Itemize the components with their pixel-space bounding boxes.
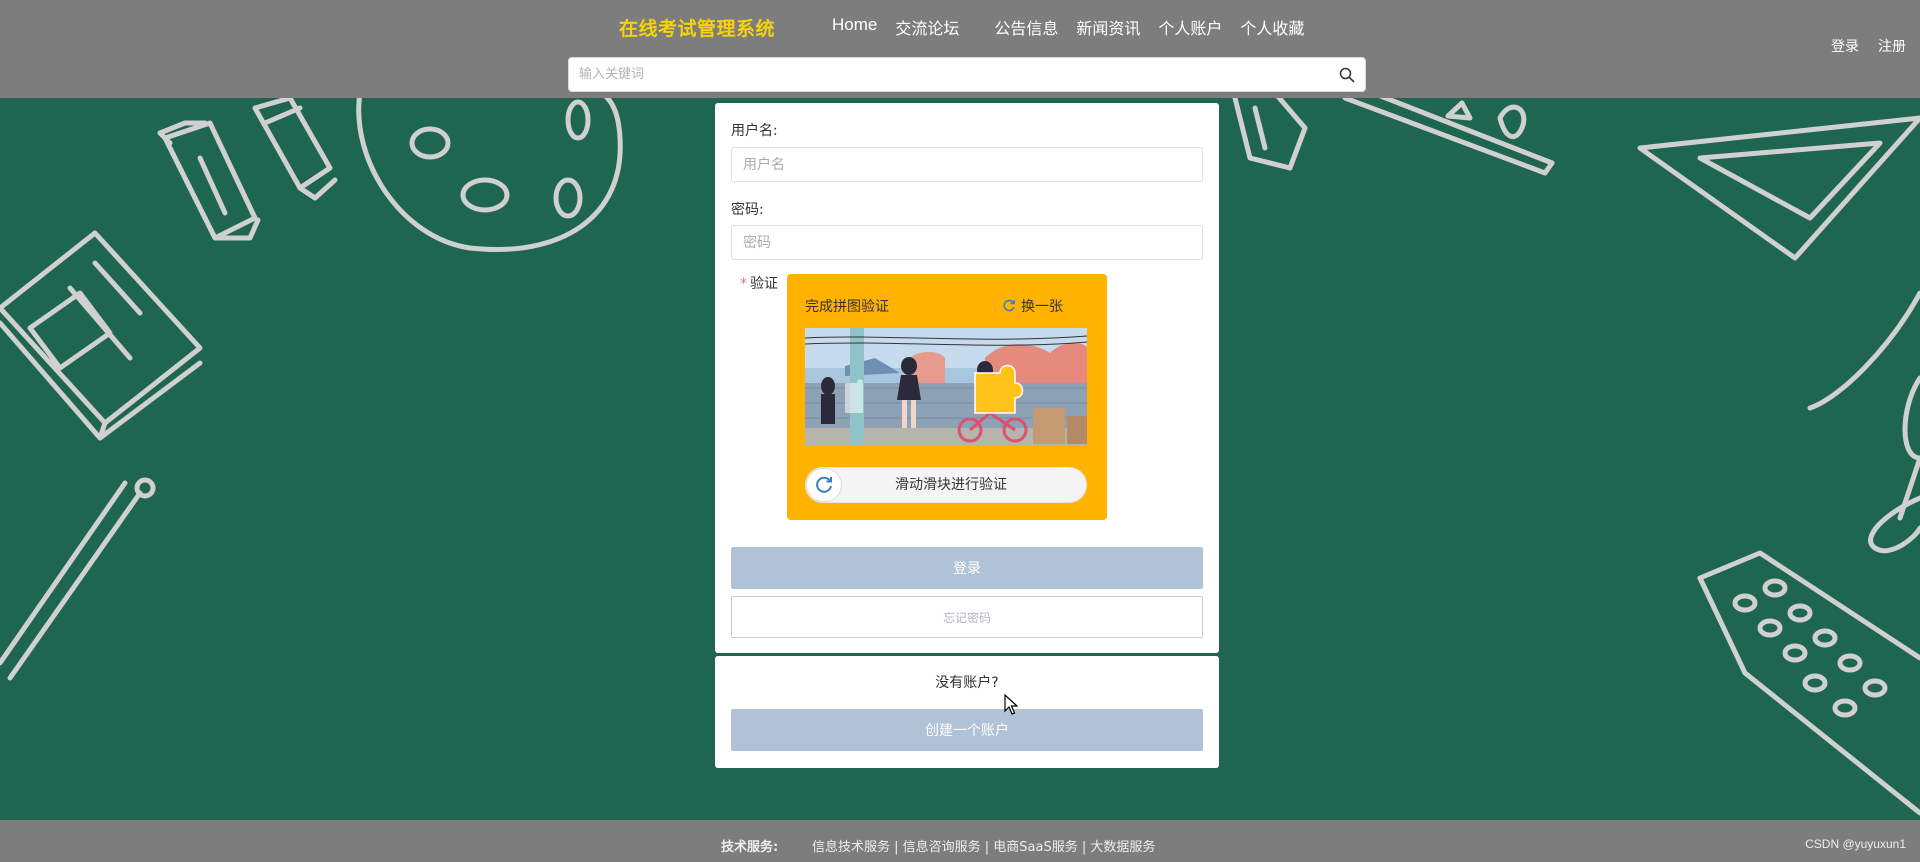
nav-favorites[interactable]: 个人收藏: [1240, 15, 1304, 39]
password-field-wrapper: [731, 225, 1203, 260]
no-account-prompt: 没有账户?: [935, 675, 999, 691]
required-mark: *: [740, 276, 747, 292]
footer-credit: CSDN @yuyuxun1: [1805, 837, 1906, 851]
auth-links: 登录 注册: [1831, 36, 1906, 56]
nav-account[interactable]: 个人账户: [1158, 15, 1222, 39]
header-register-link[interactable]: 注册: [1878, 36, 1906, 56]
slider-hint: 滑动滑块进行验证: [895, 477, 1007, 493]
nav-forum[interactable]: 交流论坛: [895, 15, 959, 39]
book-icon: [0, 230, 203, 441]
footer-links[interactable]: 信息技术服务 | 信息咨询服务 | 电商SaaS服务 | 大数据服务: [812, 836, 1155, 855]
triangle-ruler-icon: [1637, 115, 1920, 261]
nav-announcements[interactable]: 公告信息: [994, 15, 1058, 39]
verify-label: * 验证: [740, 273, 778, 293]
verify-label-text: 验证: [750, 276, 778, 292]
login-card: 用户名: 密码: *验证 完成拼图验证 换一张: [715, 103, 1219, 653]
nav-news[interactable]: 新闻资讯: [1076, 15, 1140, 39]
search-input[interactable]: [579, 58, 1319, 91]
username-field-wrapper: [731, 147, 1203, 182]
password-input[interactable]: [732, 226, 1202, 259]
username-input[interactable]: [732, 148, 1202, 181]
top-header: 在线考试管理系统 Home 交流论坛 公告信息 新闻资讯 个人账户 个人收藏 登…: [0, 0, 1920, 98]
main-nav: Home 交流论坛 公告信息 新闻资讯 个人账户 个人收藏: [832, 15, 1322, 39]
mouse-cursor-icon: [1004, 694, 1018, 715]
captcha-slider[interactable]: 滑动滑块进行验证: [805, 467, 1087, 503]
pencil-icon: [0, 477, 156, 681]
captcha-refresh-button[interactable]: 换一张: [1002, 296, 1063, 316]
search-bar: [568, 57, 1366, 92]
scissors-icon: [1807, 290, 1920, 521]
password-label: 密码:: [731, 202, 764, 218]
register-card: 没有账户? 创建一个账户: [715, 656, 1219, 768]
sprout-icon: [1445, 100, 1527, 140]
footer-label: 技术服务:: [721, 840, 779, 855]
captcha-panel: 完成拼图验证 换一张 滑动滑块进行验证: [787, 274, 1107, 520]
captcha-refresh-label: 换一张: [1021, 299, 1063, 315]
login-button[interactable]: 登录: [731, 547, 1203, 589]
captcha-title: 完成拼图验证: [805, 299, 889, 315]
paint-tube-icon: [252, 98, 338, 201]
calculator-icon: [1697, 550, 1920, 816]
paint-tube-icon: [157, 120, 261, 241]
eraser-icon: [1232, 98, 1308, 171]
forgot-password-button[interactable]: 忘记密码: [731, 596, 1203, 638]
palette-icon: [356, 98, 623, 252]
refresh-icon: [1003, 299, 1015, 312]
slider-handle[interactable]: [806, 468, 842, 502]
create-account-button[interactable]: 创建一个账户: [731, 709, 1203, 751]
nav-home[interactable]: Home: [832, 15, 877, 39]
captcha-puzzle-image: [805, 328, 1087, 446]
search-icon[interactable]: [1339, 67, 1355, 83]
site-logo[interactable]: 在线考试管理系统: [619, 14, 775, 41]
paperclip-icon: [1868, 495, 1920, 553]
username-label: 用户名:: [731, 123, 778, 139]
refresh-icon: [816, 476, 832, 493]
page-footer: 技术服务: 信息技术服务 | 信息咨询服务 | 电商SaaS服务 | 大数据服务…: [0, 820, 1920, 862]
header-login-link[interactable]: 登录: [1831, 36, 1859, 56]
